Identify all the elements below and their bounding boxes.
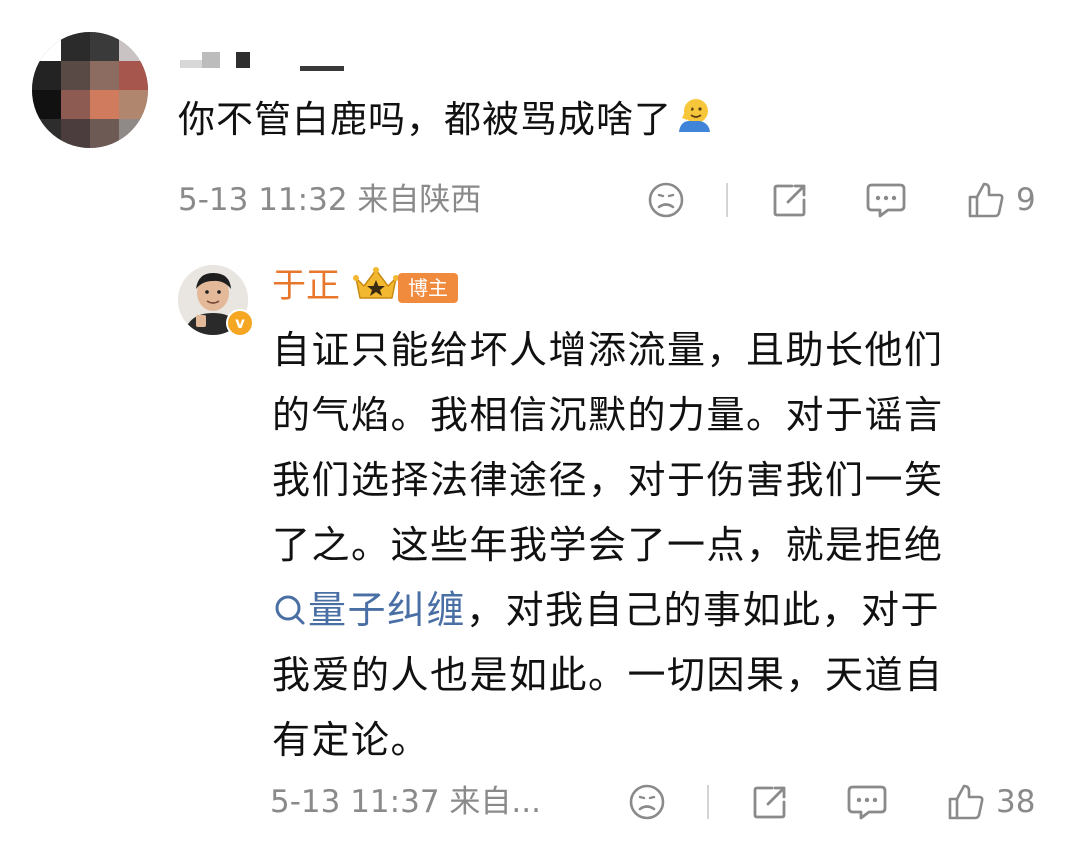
comment-dislike-button[interactable] — [646, 176, 686, 224]
comment-share-button[interactable] — [770, 176, 810, 224]
salute-face-icon — [679, 99, 710, 132]
thumbs-up-icon — [968, 182, 1004, 218]
comment-like-button[interactable]: 9 — [966, 176, 1036, 224]
commenter-name-redacted — [180, 48, 350, 74]
action-divider — [707, 785, 709, 819]
reply-line-4: 了之。这些年我学会了一点，就是拒绝 — [272, 523, 944, 567]
comment-like-count: 9 — [1016, 182, 1036, 218]
search-icon — [275, 595, 305, 625]
reply-reply-button[interactable] — [845, 778, 889, 826]
reply-timestamp-location: 5-13 11:37 来自... — [270, 784, 541, 820]
thumbs-up-icon — [948, 784, 984, 820]
author-name[interactable]: 于正 — [272, 262, 340, 310]
sad-face-icon — [629, 784, 665, 820]
comment-meta-row: 5-13 11:32 来自陕西 9 — [0, 176, 1070, 224]
reply-line-7: 有定论。 — [272, 718, 431, 762]
comment-body: 你不管白鹿吗，都被骂成啥了 — [178, 92, 712, 148]
comment-timestamp-location: 5-13 11:32 来自陕西 — [178, 182, 482, 218]
comment-icon — [847, 785, 887, 820]
sad-face-icon — [648, 182, 684, 218]
crown-icon — [353, 267, 399, 299]
reply-line-2: 的气焰。我相信沉默的力量。对于谣言 — [272, 393, 944, 437]
reply-line-6: 我爱的人也是如此。一切因果，天道自 — [272, 653, 944, 697]
reply-line-5: 量子纠缠，对我自己的事如此，对于 — [272, 580, 940, 640]
reply-line-3: 我们选择法律途径，对于伤害我们一笑 — [272, 458, 944, 502]
reply-like-button[interactable]: 38 — [946, 778, 1035, 826]
topic-search-link[interactable]: 量子纠缠 — [272, 588, 466, 632]
verified-badge-icon: v — [226, 309, 254, 337]
reply-line-5-rest: ，对我自己的事如此，对于 — [466, 588, 941, 632]
share-icon — [753, 786, 786, 819]
share-icon — [773, 184, 806, 217]
reply-share-button[interactable] — [750, 778, 790, 826]
action-divider — [726, 183, 728, 217]
comment-reply-button[interactable] — [864, 176, 908, 224]
comment-text: 你不管白鹿吗，都被骂成啥了 — [178, 98, 672, 141]
comment-icon — [866, 183, 906, 218]
reply-meta-row: 5-13 11:37 来自... 38 — [0, 778, 1070, 826]
author-tag: 博主 — [398, 273, 458, 303]
reply-dislike-button[interactable] — [627, 778, 667, 826]
reply-like-count: 38 — [996, 784, 1036, 820]
commenter-avatar[interactable] — [32, 32, 148, 148]
topic-link-text[interactable]: 量子纠缠 — [308, 588, 466, 632]
author-avatar[interactable]: v — [178, 265, 254, 337]
reply-line-1: 自证只能给坏人增添流量，且助长他们 — [272, 328, 944, 372]
